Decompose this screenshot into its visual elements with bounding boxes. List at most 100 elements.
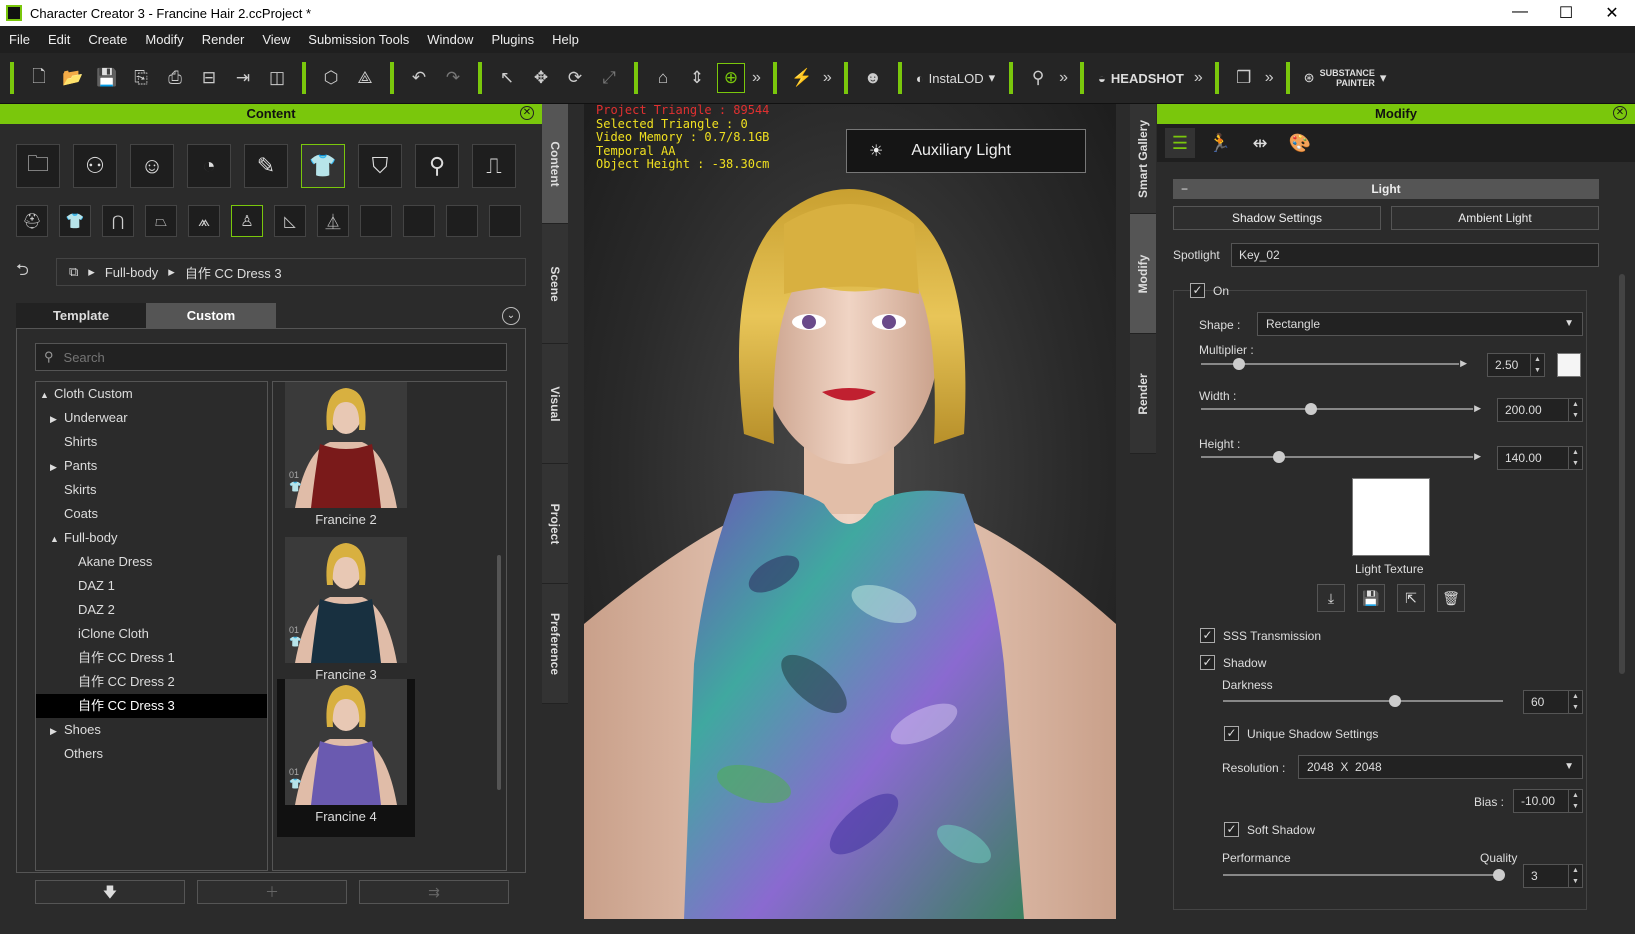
home-camera-icon[interactable]: ⌂ xyxy=(649,63,677,93)
new-file-icon[interactable]: 🗋 xyxy=(25,63,53,93)
motion-icon[interactable]: ⚡ xyxy=(788,63,816,93)
width-slider[interactable]: ▶ xyxy=(1201,403,1481,415)
spin-arrows-icon[interactable]: ▲ ▼ xyxy=(1568,865,1582,887)
tree-item[interactable]: ▶ Underwear xyxy=(36,406,267,430)
spin-arrows-icon[interactable]: ▲ ▼ xyxy=(1568,691,1582,713)
tree-item[interactable]: 自作 CC Dress 3 xyxy=(36,694,267,718)
tree-item[interactable]: iClone Cloth xyxy=(36,622,267,646)
soft-shadow-checkbox[interactable]: ✓ xyxy=(1224,822,1239,837)
tree-item[interactable]: ▶ Shoes xyxy=(36,718,267,742)
multiplier-slider[interactable]: ▶ xyxy=(1201,358,1467,370)
shadow-checkbox[interactable]: ✓ xyxy=(1200,655,1215,670)
vtab-smart-gallery[interactable]: Smart Gallery xyxy=(1130,104,1156,214)
overflow-chevron-icon[interactable]: » xyxy=(823,69,832,87)
headshot-button[interactable]: ◒ HEADSHOT xyxy=(1098,71,1184,86)
vtab-preference[interactable]: Preference xyxy=(542,584,568,704)
menu-render[interactable]: Render xyxy=(193,32,254,47)
pose-figure-icon[interactable]: ⚲ xyxy=(415,144,459,188)
thumbnail-item[interactable]: 01 👕 Francine 3 xyxy=(277,537,415,695)
character-icon[interactable]: ☻ xyxy=(859,63,887,93)
menu-submission-tools[interactable]: Submission Tools xyxy=(299,32,418,47)
stage-icon[interactable]: ⎍ xyxy=(472,144,516,188)
sss-transmission-checkbox[interactable]: ✓ xyxy=(1200,628,1215,643)
redo-icon[interactable]: ↷ xyxy=(439,63,467,93)
transform-icon[interactable]: ⇹ xyxy=(1245,128,1275,158)
tree-item[interactable]: Shirts xyxy=(36,430,267,454)
replace-item-button[interactable]: ⇉ xyxy=(359,880,509,904)
3d-viewport[interactable]: Project Triangle : 89544 Selected Triang… xyxy=(584,104,1116,919)
spin-arrows-icon[interactable]: ▲ ▼ xyxy=(1530,354,1544,376)
height-spinbox[interactable]: 140.00 ▲ ▼ xyxy=(1497,446,1583,470)
cube-export-icon[interactable]: ❒ xyxy=(1230,63,1258,93)
vtab-content[interactable]: Content xyxy=(542,104,568,224)
head-icon[interactable]: ☺ xyxy=(130,144,174,188)
search-input[interactable] xyxy=(63,349,464,365)
empty-slot-icon[interactable] xyxy=(489,205,521,237)
close-icon[interactable]: ✕ xyxy=(520,106,534,120)
underwear-icon[interactable]: ⋂ xyxy=(102,205,134,237)
add-item-button[interactable]: ＋ xyxy=(197,880,347,904)
breadcrumb-full-body[interactable]: Full-body xyxy=(105,265,158,280)
skin-icon[interactable]: ◔ xyxy=(187,144,231,188)
load-texture-icon[interactable]: ⤓ xyxy=(1317,584,1345,612)
tree-item[interactable]: DAZ 1 xyxy=(36,574,267,598)
menu-window[interactable]: Window xyxy=(418,32,482,47)
material-palette-icon[interactable]: 🎨 xyxy=(1285,128,1315,158)
vtab-modify[interactable]: Modify xyxy=(1130,214,1156,334)
tree-expand-icon[interactable]: ▲ xyxy=(40,383,54,407)
rotate-icon[interactable]: ⟳ xyxy=(561,63,589,93)
tree-item[interactable]: Others xyxy=(36,742,267,766)
unique-shadow-checkbox[interactable]: ✓ xyxy=(1224,726,1239,741)
fit-view-icon[interactable]: ⇕ xyxy=(683,63,711,93)
launch-editor-icon[interactable]: ⇱ xyxy=(1397,584,1425,612)
options-chevron-icon[interactable]: ⌄ xyxy=(502,307,520,325)
empty-slot-icon[interactable] xyxy=(360,205,392,237)
open-folder-icon[interactable]: 📂 xyxy=(59,63,87,93)
undo-icon[interactable]: ↶ xyxy=(405,63,433,93)
vtab-render[interactable]: Render xyxy=(1130,334,1156,454)
menu-create[interactable]: Create xyxy=(79,32,136,47)
hanger-icon[interactable]: ⏅ xyxy=(317,205,349,237)
export-icon[interactable]: ⇥ xyxy=(229,63,257,93)
overflow-chevron-icon[interactable]: » xyxy=(752,69,761,87)
on-checkbox[interactable]: ✓ xyxy=(1190,283,1205,298)
tree-expand-icon[interactable]: ▶ xyxy=(50,719,64,743)
library-icon[interactable]: ⧉ xyxy=(69,264,78,280)
move-icon[interactable]: ✥ xyxy=(527,63,555,93)
shape-dropdown[interactable]: Rectangle ▼ xyxy=(1257,312,1583,336)
save-texture-icon[interactable]: 💾 xyxy=(1357,584,1385,612)
tab-template[interactable]: Template xyxy=(16,303,146,328)
menu-edit[interactable]: Edit xyxy=(39,32,79,47)
tree-item[interactable]: Akane Dress xyxy=(36,550,267,574)
skirt-icon[interactable]: ⏢ xyxy=(145,205,177,237)
maximize-button[interactable]: ☐ xyxy=(1543,3,1589,23)
light-section-header[interactable]: − Light xyxy=(1173,179,1599,199)
spotlight-name-field[interactable]: Key_02 xyxy=(1231,243,1599,267)
menu-modify[interactable]: Modify xyxy=(136,32,192,47)
vtab-scene[interactable]: Scene xyxy=(542,224,568,344)
overflow-chevron-icon[interactable]: » xyxy=(1059,69,1068,87)
motion-run-icon[interactable]: 🏃 xyxy=(1205,128,1235,158)
slider-knob[interactable] xyxy=(1493,869,1505,881)
instalod-button[interactable]: ◐ InstaLOD ▾ xyxy=(916,70,995,86)
light-texture-slot[interactable] xyxy=(1352,478,1430,556)
apply-download-button[interactable]: 🡇 xyxy=(35,880,185,904)
tree-expand-icon[interactable]: ▲ xyxy=(50,527,64,551)
menu-file[interactable]: File xyxy=(0,32,39,47)
overflow-chevron-icon[interactable]: » xyxy=(1194,69,1203,87)
tree-item[interactable]: Coats xyxy=(36,502,267,526)
select-arrow-icon[interactable]: ↖ xyxy=(493,63,521,93)
thumbnail-item[interactable]: 01 👕 Francine 2 xyxy=(277,382,415,540)
auxiliary-light-button[interactable]: ☀ Auxiliary Light xyxy=(846,129,1086,173)
cloth-icon[interactable]: 👕 xyxy=(301,144,345,188)
delete-texture-icon[interactable]: 🗑 xyxy=(1437,584,1465,612)
width-spinbox[interactable]: 200.00 ▲ ▼ xyxy=(1497,398,1583,422)
menu-plugins[interactable]: Plugins xyxy=(482,32,543,47)
preview-icon[interactable]: ◫ xyxy=(263,63,291,93)
light-color-swatch[interactable] xyxy=(1557,353,1581,377)
modify-scrollbar[interactable] xyxy=(1619,274,1625,674)
tree-item[interactable]: ▶ Pants xyxy=(36,454,267,478)
import-icon[interactable]: ⎘ xyxy=(127,63,155,93)
slider-knob[interactable] xyxy=(1273,451,1285,463)
accessory-icon[interactable]: ⛉ xyxy=(358,144,402,188)
